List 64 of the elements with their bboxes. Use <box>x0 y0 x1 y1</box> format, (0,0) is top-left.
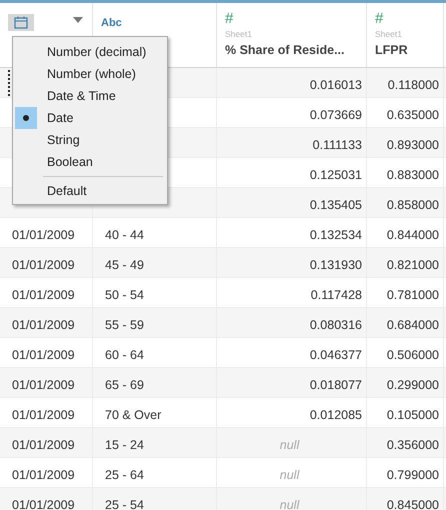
table-cell-text: 01/01/2009 <box>12 346 75 362</box>
table-cell-text: 0.845000 <box>386 496 439 510</box>
table-cell-text: 01/01/2009 <box>12 256 75 272</box>
table-cell-text: 01/01/2009 <box>12 436 75 452</box>
table-cell-text: 0.506000 <box>386 346 439 362</box>
table-cell-text: 0.799000 <box>386 466 439 482</box>
source-name: Sheet1 <box>375 29 402 39</box>
string-type-icon[interactable]: Abc <box>101 16 122 31</box>
menu-item[interactable]: Number (whole) <box>47 67 136 81</box>
null-value: null <box>280 496 300 510</box>
menu-item[interactable]: Boolean <box>47 155 93 169</box>
table-cell-text: 0.299000 <box>386 376 439 392</box>
table-cell-text: 0.117428 <box>310 286 362 302</box>
table-cell-text: 0.012085 <box>310 406 362 422</box>
table-cell-text: 0.016013 <box>310 76 362 92</box>
table-cell-text: 50 - 54 <box>105 286 144 302</box>
table-cell-text: 0.883000 <box>386 166 439 182</box>
table-cell-text: 01/01/2009 <box>12 376 75 392</box>
menu-item[interactable]: Default <box>47 184 87 198</box>
table-cell-text: 45 - 49 <box>105 256 144 272</box>
table-cell-text: 40 - 44 <box>105 226 144 242</box>
table-cell-text: 0.018077 <box>310 376 362 392</box>
table-cell-text: 01/01/2009 <box>12 286 75 302</box>
table-cell-text: 0.131930 <box>310 256 362 272</box>
table-cell-text: 0.135405 <box>310 196 362 212</box>
table-cell-text: 0.046377 <box>310 346 362 362</box>
table-cell-text: 01/01/2009 <box>12 406 75 422</box>
menu-item[interactable]: Number (decimal) <box>47 45 146 59</box>
table-cell-text: 0.844000 <box>386 226 439 242</box>
table-cell-text: 01/01/2009 <box>12 226 75 242</box>
table-cell-text: 0.105000 <box>386 406 439 422</box>
table-cell-text: 0.132534 <box>310 226 362 242</box>
table-cell-text: 01/01/2009 <box>12 466 75 482</box>
source-name: Sheet1 <box>225 29 252 39</box>
null-value: null <box>280 466 300 482</box>
menu-item[interactable]: Date <box>47 111 74 125</box>
table-cell-text: 0.080316 <box>310 316 362 332</box>
table-cell-text: 60 - 64 <box>105 346 144 362</box>
table-cell-text: 0.893000 <box>386 136 439 152</box>
table-cell-text: 0.821000 <box>386 256 439 272</box>
null-value: null <box>280 436 300 452</box>
table-cell-text: 70 & Over <box>105 406 162 422</box>
table-cell-text: 0.111133 <box>312 136 362 152</box>
menu-item[interactable]: String <box>47 133 80 147</box>
caret-icon[interactable] <box>71 15 85 25</box>
table-cell-text: 01/01/2009 <box>12 496 75 510</box>
table-cell-text: 0.781000 <box>386 286 439 302</box>
calendar-icon[interactable] <box>8 14 34 31</box>
table-cell-text: 0.118000 <box>388 76 439 92</box>
table-cell-text: 65 - 69 <box>105 376 144 392</box>
table-cell-text: 25 - 54 <box>105 496 144 510</box>
table-cell-text: 25 - 64 <box>105 466 144 482</box>
table-cell-text: 0.635000 <box>386 106 439 122</box>
table-cell-text: 15 - 24 <box>105 436 144 452</box>
column-header: % Share of Reside... <box>225 43 344 57</box>
table-cell-text: 0.073669 <box>310 106 362 122</box>
column-header: LFPR <box>375 43 408 57</box>
table-cell-text: 0.684000 <box>386 316 439 332</box>
table-cell-text: 0.125031 <box>310 166 362 182</box>
table-cell-text: 0.858000 <box>386 196 439 212</box>
table-cell-text: 55 - 59 <box>105 316 144 332</box>
menu-item[interactable]: Date & Time <box>47 89 116 103</box>
table-cell-text: 0.356000 <box>386 436 439 452</box>
table-cell-text: 01/01/2009 <box>12 316 75 332</box>
